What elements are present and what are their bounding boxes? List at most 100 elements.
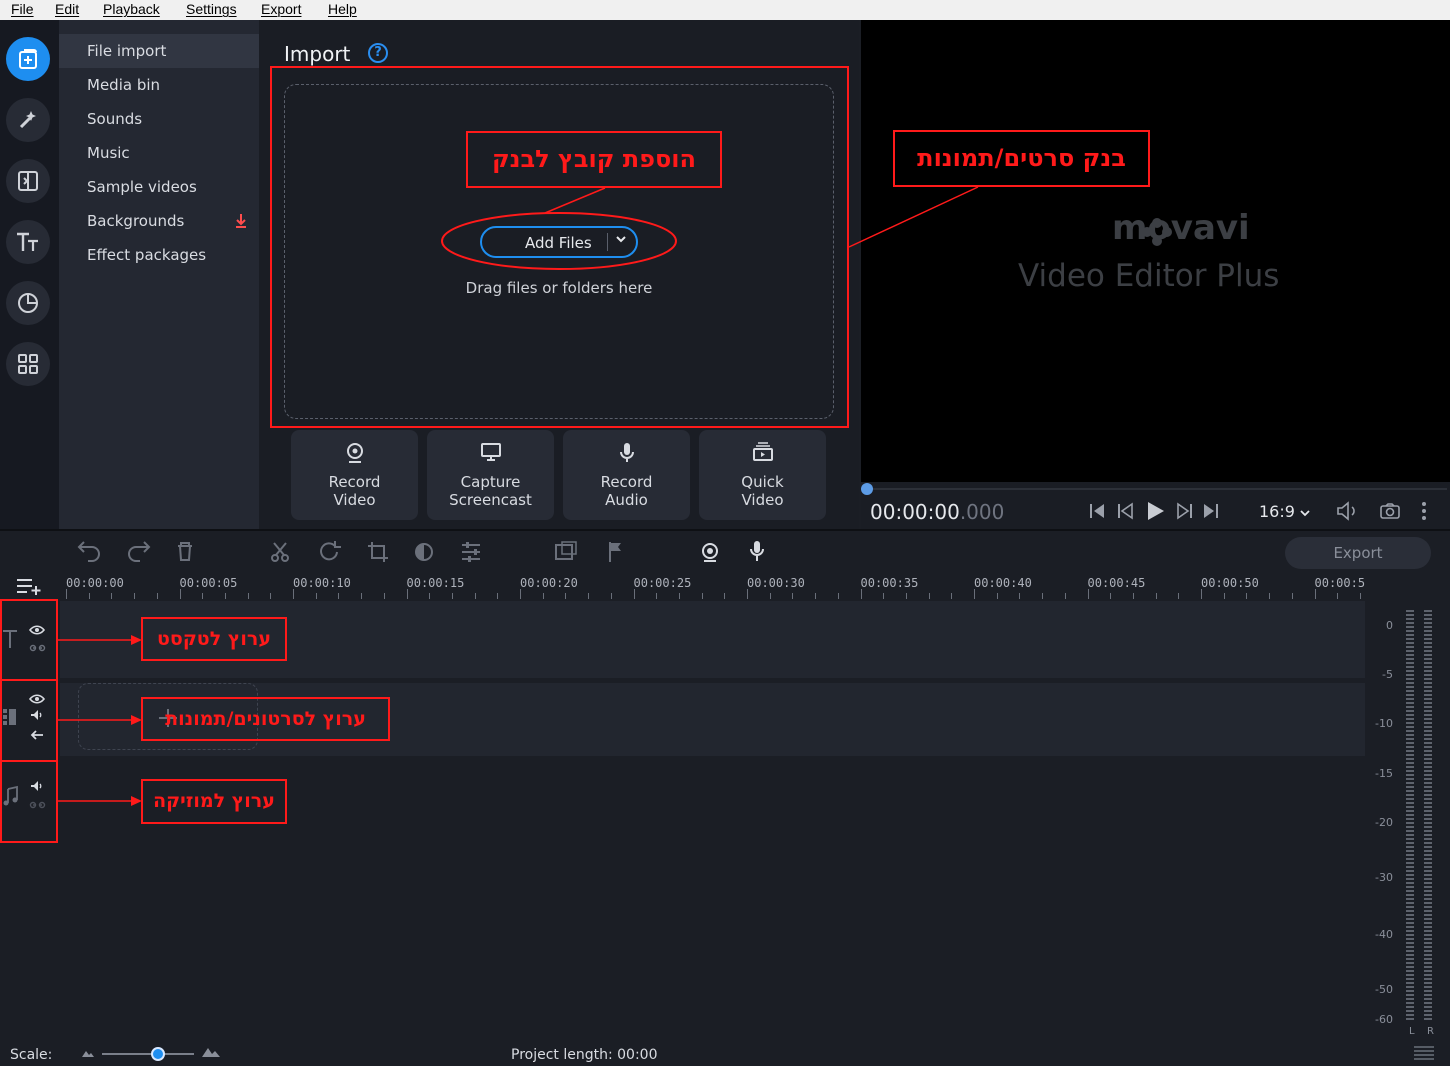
stickers-icon[interactable] <box>6 281 50 325</box>
scale-label: Scale: <box>10 1047 53 1063</box>
ruler-tick <box>905 593 907 599</box>
record-audio-button[interactable]: Record Audio <box>563 430 690 520</box>
ruler-tick <box>656 593 658 599</box>
meter-label: -20 <box>1375 816 1393 829</box>
next-frame-icon[interactable] <box>1177 502 1192 520</box>
sidebar-item-music[interactable]: Music <box>59 136 259 170</box>
undo-icon[interactable] <box>77 541 100 562</box>
meter-label: -10 <box>1375 717 1393 730</box>
scale-slider[interactable] <box>102 1053 194 1055</box>
ruler-tick <box>179 589 181 599</box>
cut-icon[interactable] <box>271 542 289 562</box>
capture-screencast-button[interactable]: Capture Screencast <box>427 430 554 520</box>
ruler-tick <box>1246 593 1248 599</box>
record-video-button[interactable]: Record Video <box>291 430 418 520</box>
ruler-tick <box>588 593 590 599</box>
layout-toggle-icon[interactable] <box>1412 1045 1436 1063</box>
button-label-line2: Video <box>741 491 784 509</box>
sidebar-item-label: Backgrounds <box>87 212 185 230</box>
ruler-tick <box>1223 593 1225 599</box>
timecode-main: 00:00:00 <box>870 500 960 524</box>
ruler-tick <box>542 593 544 599</box>
ruler-tick <box>270 593 272 599</box>
sidebar-item-file-import[interactable]: File import <box>59 34 259 68</box>
sidebar-item-backgrounds[interactable]: Backgrounds <box>59 204 259 238</box>
ruler-tick <box>315 593 317 599</box>
import-title: Import <box>284 42 351 66</box>
play-icon[interactable] <box>1148 502 1164 520</box>
highlight-divider <box>0 679 58 681</box>
ruler-tick <box>293 589 294 599</box>
ruler-tick <box>928 593 930 599</box>
ruler-tick <box>747 589 748 599</box>
scale-slider-handle[interactable] <box>151 1047 165 1061</box>
sidebar-item-effect-packages[interactable]: Effect packages <box>59 238 259 272</box>
previous-frame-icon[interactable] <box>1118 502 1133 520</box>
delete-icon[interactable] <box>178 542 192 561</box>
sidebar-item-media-bin[interactable]: Media bin <box>59 68 259 102</box>
volume-icon[interactable] <box>1336 501 1360 521</box>
menu-file[interactable]: File <box>11 1 34 17</box>
add-track-icon[interactable] <box>16 577 42 595</box>
sidebar-item-sounds[interactable]: Sounds <box>59 102 259 136</box>
redo-icon[interactable] <box>128 541 151 562</box>
help-icon[interactable]: ? <box>368 43 388 63</box>
ruler-tick <box>724 593 726 599</box>
crop-icon[interactable] <box>368 542 388 562</box>
webcam-record-icon[interactable] <box>702 543 718 562</box>
rotate-icon[interactable] <box>320 541 341 561</box>
project-length: Project length: 00:00 <box>511 1047 658 1063</box>
ruler-tick <box>1110 593 1112 599</box>
ruler-tick <box>860 589 862 599</box>
ruler-tick <box>996 593 998 599</box>
meter-label: -60 <box>1375 1013 1393 1026</box>
skip-to-start-icon[interactable] <box>1090 504 1104 518</box>
menu-settings[interactable]: Settings <box>186 1 237 17</box>
time-ruler[interactable]: 00:00:00 00:00:05 00:00:10 00:00:15 00:00:20… <box>60 575 1365 601</box>
meter-right-label: R <box>1427 1026 1434 1037</box>
scrub-bar[interactable] <box>867 488 1447 490</box>
marker-flag-icon[interactable] <box>609 542 621 562</box>
ruler-tick <box>520 589 521 599</box>
zoom-out-icon[interactable] <box>81 1048 95 1058</box>
more-options-icon[interactable] <box>1420 501 1428 521</box>
ruler-tick <box>383 593 385 599</box>
ruler-tick <box>1132 593 1134 599</box>
export-button[interactable]: Export <box>1285 537 1431 569</box>
ruler-label: 00:00:20 <box>520 576 578 590</box>
meter-label: -50 <box>1375 983 1393 996</box>
highlight-divider <box>0 760 58 762</box>
overlay-icon[interactable] <box>555 541 577 560</box>
product-name: Video Editor Plus <box>1018 258 1280 294</box>
ruler-label: 00:00:25 <box>633 576 692 590</box>
playhead-handle[interactable] <box>861 483 873 495</box>
skip-to-end-icon[interactable] <box>1204 504 1218 518</box>
more-tools-icon[interactable] <box>6 342 50 386</box>
ruler-tick <box>202 593 204 599</box>
transitions-icon[interactable] <box>6 159 50 203</box>
clip-properties-icon[interactable] <box>462 542 480 562</box>
menu-export[interactable]: Export <box>261 1 301 17</box>
magic-wand-icon[interactable] <box>6 98 50 142</box>
color-adjust-icon[interactable] <box>415 543 433 561</box>
snapshot-camera-icon[interactable] <box>1379 502 1401 520</box>
ruler-label: 00:00:35 <box>860 576 919 590</box>
ruler-label: 00:00:50 <box>1201 576 1259 590</box>
ruler-tick <box>474 593 476 599</box>
microphone-record-icon[interactable] <box>750 541 764 561</box>
menu-help[interactable]: Help <box>328 1 357 17</box>
titles-icon[interactable] <box>6 220 50 264</box>
ruler-tick <box>451 593 453 599</box>
zoom-in-icon[interactable] <box>201 1046 221 1058</box>
menu-bar: File Edit Playback Settings Export Help <box>0 0 1450 20</box>
ruler-tick <box>1201 589 1202 599</box>
import-icon[interactable] <box>6 37 50 81</box>
sidebar-item-sample-videos[interactable]: Sample videos <box>59 170 259 204</box>
meter-left-label: L <box>1409 1026 1415 1037</box>
aspect-ratio-select[interactable]: 16:9 <box>1259 502 1310 521</box>
menu-playback[interactable]: Playback <box>103 1 160 17</box>
ruler-tick <box>1064 593 1066 599</box>
meter-label: 0 <box>1386 619 1393 632</box>
quick-video-button[interactable]: Quick Video <box>699 430 826 520</box>
menu-edit[interactable]: Edit <box>55 1 79 17</box>
